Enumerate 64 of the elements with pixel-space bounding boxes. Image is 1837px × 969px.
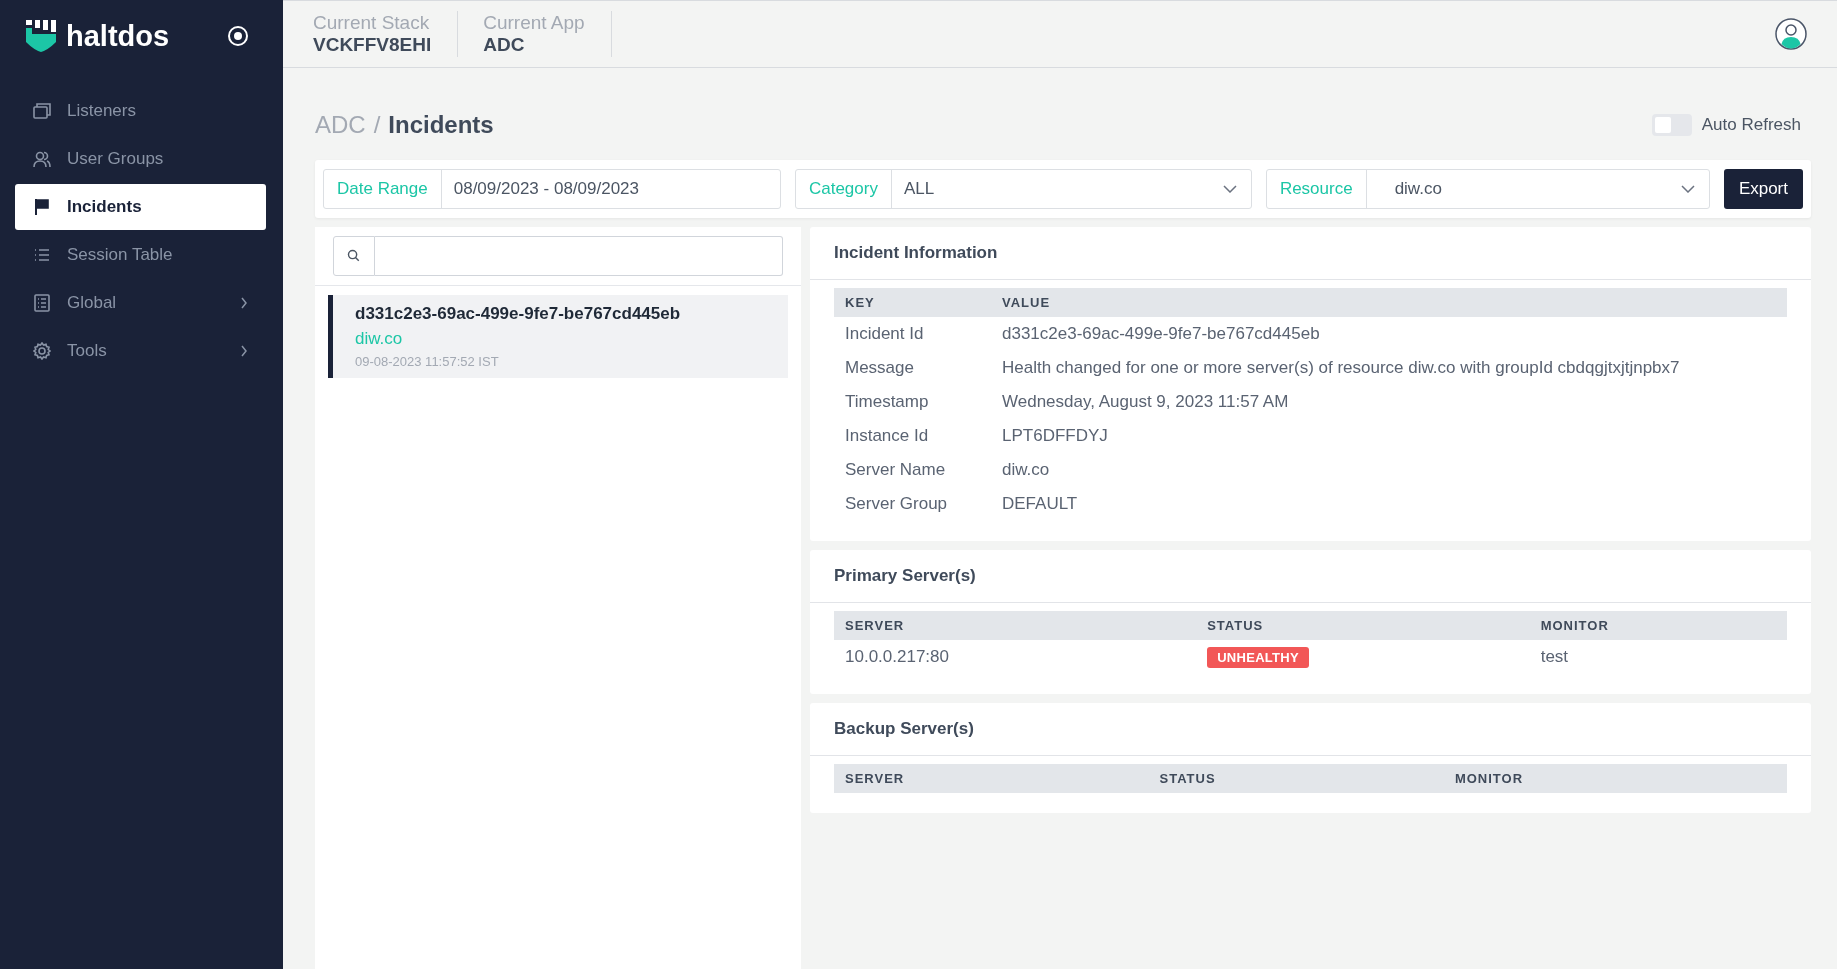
brand-name: haltdos bbox=[66, 19, 171, 53]
incident-time: 09-08-2023 11:57:52 IST bbox=[355, 354, 500, 369]
table-cell: Server Name bbox=[845, 460, 946, 479]
context-value: VCKFFV8EHI bbox=[313, 34, 432, 56]
search-field[interactable] bbox=[375, 236, 783, 276]
table-cell: Message bbox=[845, 358, 914, 377]
column-header: MONITOR bbox=[1529, 611, 1787, 640]
context-value: ADC bbox=[483, 34, 526, 56]
toggle-label: Auto Refresh bbox=[1701, 115, 1801, 135]
table-cell: d331c2e3-69ac-499e-9fe7-be767cd445eb bbox=[1002, 324, 1320, 343]
target-icon[interactable] bbox=[227, 25, 249, 47]
column-header: MONITOR bbox=[1443, 764, 1787, 793]
list-icon bbox=[33, 246, 51, 264]
context-label: Current App bbox=[483, 12, 585, 34]
dropdown-chevron-icon bbox=[1680, 185, 1695, 193]
filter-field[interactable]: Date Range 08/09/2023 - 08/09/2023 bbox=[323, 169, 781, 209]
sidebar-item[interactable]: Tools bbox=[15, 328, 266, 374]
toggle-switch[interactable] bbox=[1651, 114, 1692, 136]
dropdown-chevron-icon bbox=[1222, 185, 1237, 193]
column-header: VALUE bbox=[991, 288, 1787, 317]
column-header: SERVER bbox=[834, 764, 1149, 793]
flag-icon bbox=[33, 198, 51, 216]
card-title: Backup Server(s) bbox=[810, 703, 1811, 756]
user-avatar-icon[interactable] bbox=[1775, 18, 1807, 50]
table-cell: 10.0.0.217:80 bbox=[845, 647, 949, 666]
sidebar-item[interactable]: Session Table bbox=[15, 232, 266, 278]
table-cell: Wednesday, August 9, 2023 11:57 AM bbox=[1002, 392, 1289, 411]
table-cell: test bbox=[1540, 647, 1569, 666]
context-label: Current Stack bbox=[313, 12, 431, 34]
table-cell: Health changed for one or more server(s) of resource diw.co with groupId cbdqgjtxjtjnpbx7 bbox=[1002, 358, 1680, 377]
sidebar-item[interactable]: Global bbox=[15, 280, 266, 326]
table-cell: Timestamp bbox=[845, 392, 929, 411]
table-cell: DEFAULT bbox=[1002, 494, 1078, 513]
page-title: Incidents bbox=[388, 111, 494, 139]
sidebar-item[interactable]: Incidents bbox=[15, 184, 266, 230]
chevron-right-icon bbox=[240, 297, 248, 309]
breadcrumb-separator: / bbox=[373, 111, 381, 139]
table-cell: Server Group bbox=[845, 494, 948, 513]
export-button[interactable]: Export bbox=[1723, 169, 1803, 209]
table-cell: diw.co bbox=[1002, 460, 1050, 479]
chevron-right-icon bbox=[240, 345, 248, 357]
table-cell: LPT6DFFDYJ bbox=[1002, 426, 1108, 445]
document-icon bbox=[33, 294, 51, 312]
sidebar-item[interactable]: User Groups bbox=[15, 136, 266, 182]
search-icon[interactable] bbox=[333, 236, 375, 276]
filter-field[interactable]: Category ALL bbox=[794, 169, 1252, 209]
column-header: STATUS bbox=[1148, 764, 1444, 793]
users-icon bbox=[33, 150, 51, 168]
incident-id: d331c2e3-69ac-499e-9fe7-be767cd445eb bbox=[355, 304, 682, 324]
table-cell: Instance Id bbox=[845, 426, 929, 445]
status-badge: UNHEALTHY bbox=[1207, 647, 1310, 668]
shield-logo-icon bbox=[26, 20, 56, 52]
card-title: Incident Information bbox=[810, 227, 1811, 280]
column-header: KEY bbox=[834, 288, 991, 317]
filter-field[interactable]: Resource diw.co bbox=[1265, 169, 1710, 209]
settings-icon bbox=[33, 342, 51, 360]
column-header: STATUS bbox=[1196, 611, 1530, 640]
sidebar-item[interactable]: Listeners bbox=[15, 88, 266, 134]
windows-icon bbox=[33, 102, 51, 120]
incident-list-item[interactable]: d331c2e3-69ac-499e-9fe7-be767cd445eb diw.co 09-08-2023 11:57:52 IST bbox=[328, 295, 788, 378]
column-header: SERVER bbox=[834, 611, 1197, 640]
incident-resource: diw.co bbox=[355, 329, 404, 349]
card-title: Primary Server(s) bbox=[810, 550, 1811, 603]
table-cell: Incident Id bbox=[845, 324, 924, 343]
